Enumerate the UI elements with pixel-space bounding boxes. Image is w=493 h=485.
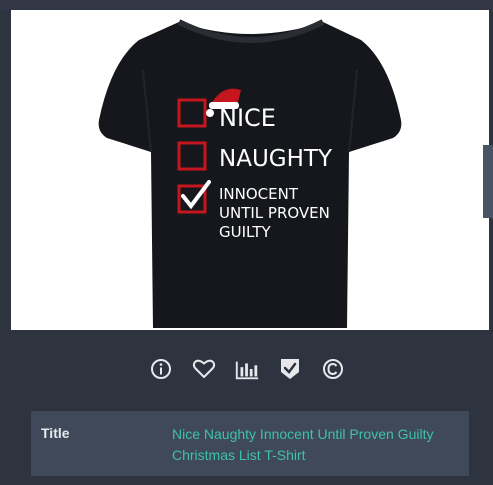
shield-check-icon[interactable]: [277, 356, 303, 382]
print-line-nice: NICE: [219, 104, 276, 132]
heart-icon[interactable]: [191, 356, 217, 382]
side-scroll-tab[interactable]: [483, 145, 493, 218]
print-line-guilty: GUILTY: [219, 223, 271, 241]
title-value-link[interactable]: Nice Naughty Innocent Until Proven Guilt…: [172, 424, 462, 466]
top-bar: [0, 0, 493, 10]
details-panel: Title Nice Naughty Innocent Until Proven…: [31, 411, 469, 476]
info-icon[interactable]: [148, 356, 174, 382]
bar-chart-icon[interactable]: [234, 356, 260, 382]
copyright-icon[interactable]: [320, 356, 346, 382]
title-label: Title: [41, 425, 70, 441]
tshirt-body: [98, 22, 402, 328]
print-line-naughty: NAUGHTY: [219, 146, 333, 172]
print-line-innocent: INNOCENT: [219, 185, 299, 203]
print-line-until-proven: UNTIL PROVEN: [219, 204, 330, 222]
tshirt-image: NICE NAUGHTY INNOCENT UNTIL PROVEN GUILT…: [98, 19, 402, 328]
product-image[interactable]: NICE NAUGHTY INNOCENT UNTIL PROVEN GUILT…: [11, 10, 489, 330]
action-icon-row: [148, 353, 348, 385]
